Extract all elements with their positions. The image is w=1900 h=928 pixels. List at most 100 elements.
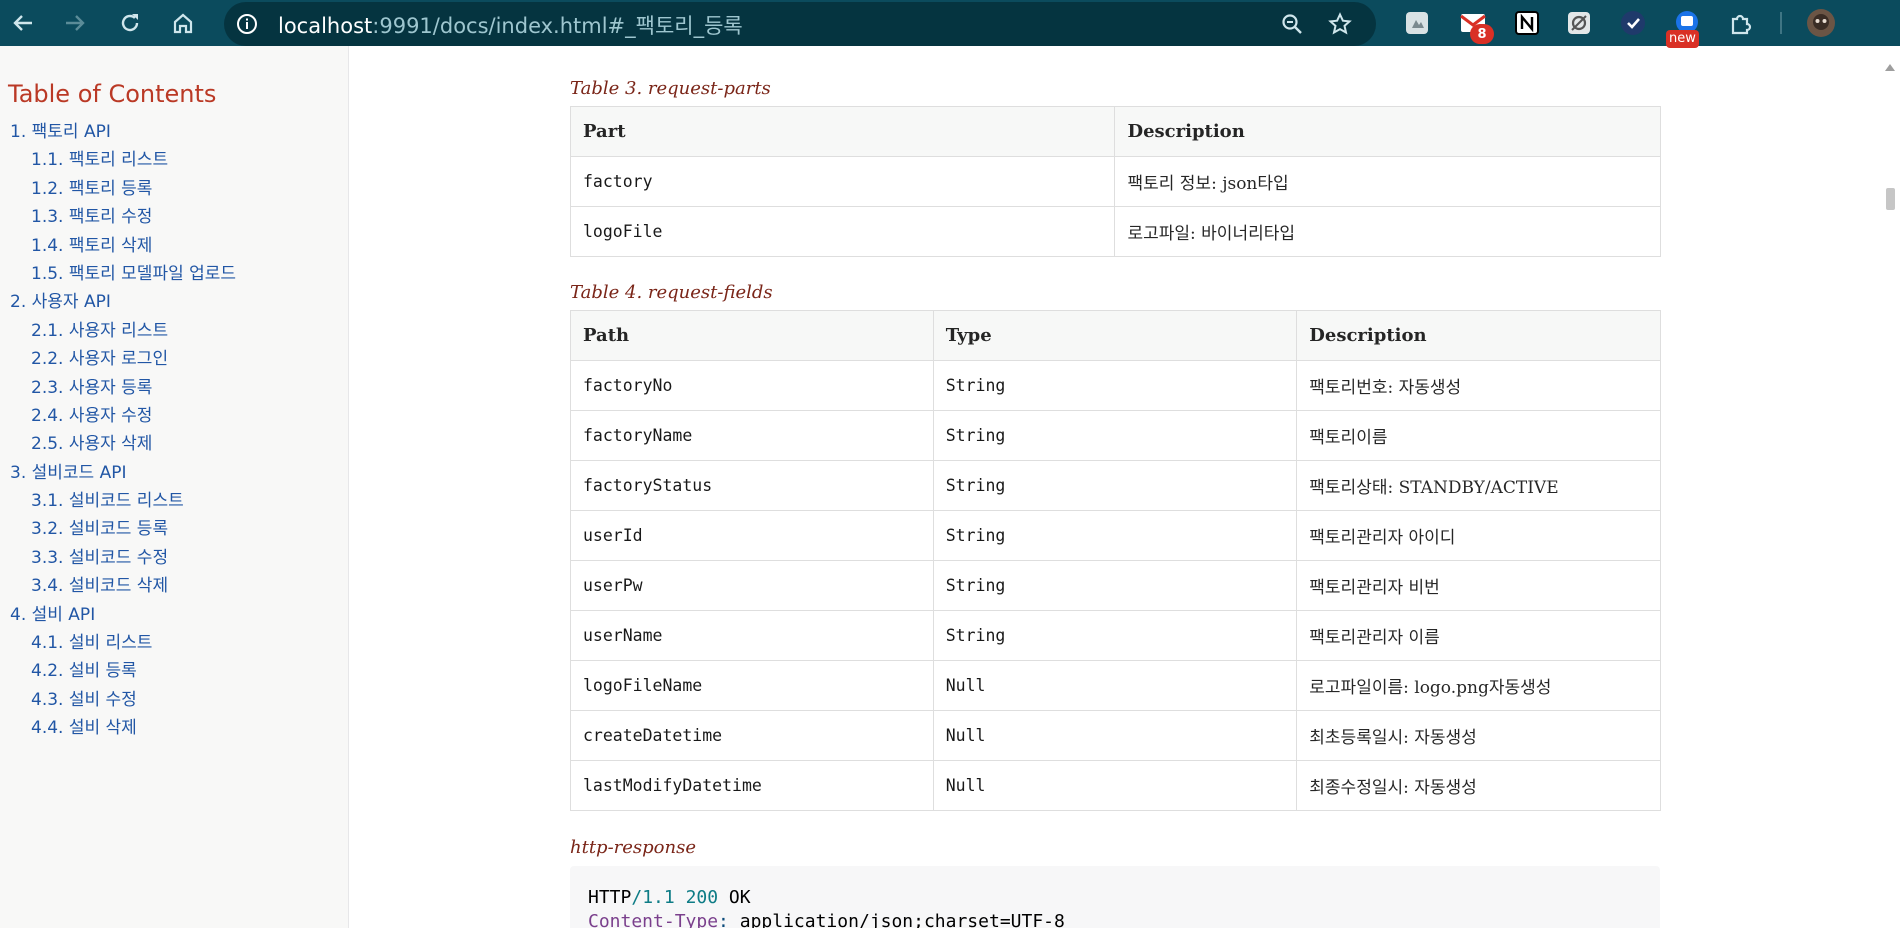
cell-description: 로고파일: 바이너리타입 [1114, 206, 1661, 257]
browser-toolbar: localhost:9991/docs/index.html#_팩토리_등록 8… [0, 0, 1900, 48]
toc-item[interactable]: 3.2. 설비코드 등록 [0, 515, 348, 543]
table-header-row: Path Type Description [570, 310, 1661, 361]
extension-gmail-ext[interactable]: 8 [1458, 8, 1494, 44]
cell-description: 팩토리이름 [1296, 410, 1661, 461]
cell-description: 팩토리상태: STANDBY/ACTIVE [1296, 460, 1661, 511]
cell-path: userId [570, 510, 934, 561]
table-row: userName String 팩토리관리자 이름 [570, 610, 1661, 661]
toc-item[interactable]: 2.5. 사용자 삭제 [0, 430, 348, 458]
table-row: factory 팩토리 정보: json타입 [569, 156, 1661, 207]
cell-description: 팩토리 정보: json타입 [1114, 156, 1661, 207]
arrow-right-icon [66, 15, 85, 31]
puzzle-ext-icon [1406, 12, 1428, 34]
home-icon [173, 13, 193, 34]
table-row: lastModifyDatetime Null 최종수정일시: 자동생성 [570, 760, 1661, 811]
home-button[interactable] [166, 6, 200, 40]
bookmark-star-icon[interactable] [1328, 12, 1352, 36]
request-parts-table: Part Description factory 팩토리 정보: json타입 lo… [569, 106, 1661, 257]
cell-type: String [932, 560, 1298, 611]
extensions-menu-button[interactable] [1726, 8, 1756, 38]
extension-puzzle-ext[interactable] [1402, 8, 1432, 38]
request-fields-table: Path Type Description factoryNo String 팩토리… [570, 310, 1661, 811]
reload-button[interactable] [113, 6, 147, 40]
toc-list: 1. 팩토리 API 1.1. 팩토리 리스트 1.2. 팩토리 등록 1.3. 팩토… [0, 118, 348, 743]
url-text[interactable]: localhost:9991/docs/index.html#_팩토리_등록 [278, 10, 743, 40]
url-path: :9991/docs/index.html#_팩토리_등록 [372, 14, 743, 38]
cell-path: factoryNo [570, 360, 934, 411]
http-version: 1.1 [642, 887, 675, 908]
profile-button[interactable] [1806, 8, 1836, 38]
site-info-icon[interactable] [236, 13, 258, 35]
column-header: Part [569, 106, 1116, 157]
zoom-icon[interactable] [1280, 12, 1304, 36]
toc-item[interactable]: 2.1. 사용자 리스트 [0, 317, 348, 345]
toc-item[interactable]: 2.4. 사용자 수정 [0, 402, 348, 430]
back-button[interactable] [6, 6, 40, 40]
cell-type: String [932, 610, 1298, 661]
toc-item[interactable]: 1. 팩토리 API [0, 118, 348, 146]
table-row: logoFile 로고파일: 바이너리타입 [569, 206, 1661, 257]
http-protocol: HTTP [588, 887, 632, 908]
arrow-left-icon [13, 15, 32, 31]
toc-item[interactable]: 2.2. 사용자 로그인 [0, 345, 348, 373]
image-ext-icon [1568, 12, 1590, 34]
page-scrollbar[interactable] [1880, 46, 1900, 928]
extension-notion-ext[interactable] [1512, 8, 1542, 38]
toc-item[interactable]: 1.5. 팩토리 모델파일 업로드 [0, 260, 348, 288]
cell-description: 팩토리번호: 자동생성 [1296, 360, 1661, 411]
cell-type: Null [932, 710, 1298, 761]
http-response-caption: http-response [570, 837, 696, 858]
toc-item[interactable]: 4.4. 설비 삭제 [0, 714, 348, 742]
extension-check-ext[interactable] [1618, 8, 1648, 38]
cell-type: Null [932, 760, 1298, 811]
toolbar-separator [1780, 12, 1782, 34]
toc-item[interactable]: 1.3. 팩토리 수정 [0, 203, 348, 231]
table-row: logoFileName Null 로고파일이름: logo.png자동생성 [570, 660, 1661, 711]
cell-part: factory [569, 156, 1116, 207]
cell-description: 팩토리관리자 아이디 [1296, 510, 1661, 561]
column-header: Type [932, 310, 1298, 361]
toc-item[interactable]: 3.4. 설비코드 삭제 [0, 572, 348, 600]
cell-type: String [932, 460, 1298, 511]
check-ext-icon [1621, 11, 1645, 35]
extension-notes-ext[interactable]: new [1666, 8, 1702, 48]
toc-item[interactable]: 3.3. 설비코드 수정 [0, 544, 348, 572]
cell-part: logoFile [569, 206, 1116, 257]
column-header: Path [570, 310, 934, 361]
toc-item[interactable]: 4.3. 설비 수정 [0, 686, 348, 714]
cell-description: 팩토리관리자 이름 [1296, 610, 1661, 661]
toc-item[interactable]: 4.2. 설비 등록 [0, 657, 348, 685]
toc-item[interactable]: 4.1. 설비 리스트 [0, 629, 348, 657]
header-colon: : [718, 911, 729, 928]
cell-description: 로고파일이름: logo.png자동생성 [1296, 660, 1661, 711]
toc-item[interactable]: 1.1. 팩토리 리스트 [0, 146, 348, 174]
header-key: Content-Type [588, 911, 719, 928]
cell-type: String [932, 410, 1298, 461]
toc-item[interactable]: 2. 사용자 API [0, 288, 348, 316]
scroll-thumb[interactable] [1886, 188, 1895, 210]
table-row: createDatetime Null 최초등록일시: 자동생성 [570, 710, 1661, 761]
address-bar[interactable]: localhost:9991/docs/index.html#_팩토리_등록 [224, 2, 1376, 46]
toc-item[interactable]: 1.4. 팩토리 삭제 [0, 232, 348, 260]
table3-caption: Table 3. request-parts [570, 78, 771, 99]
forward-button[interactable] [58, 6, 92, 40]
cell-description: 최초등록일시: 자동생성 [1296, 710, 1661, 761]
cell-type: Null [932, 660, 1298, 711]
cell-path: lastModifyDatetime [570, 760, 934, 811]
extension-image-ext[interactable] [1564, 8, 1594, 38]
toc-item[interactable]: 2.3. 사용자 등록 [0, 374, 348, 402]
url-host: localhost [278, 14, 373, 38]
column-header: Description [1114, 106, 1661, 157]
toc-item[interactable]: 3. 설비코드 API [0, 459, 348, 487]
table-row: userId String 팩토리관리자 아이디 [570, 510, 1661, 561]
toc-item[interactable]: 4. 설비 API [0, 601, 348, 629]
cell-path: logoFileName [570, 660, 934, 711]
toc-item[interactable]: 3.1. 설비코드 리스트 [0, 487, 348, 515]
cell-path: createDatetime [570, 710, 934, 761]
scroll-up-arrow-icon[interactable] [1885, 64, 1895, 71]
http-status-code: 200 [685, 887, 719, 908]
toc-item[interactable]: 1.2. 팩토리 등록 [0, 175, 348, 203]
column-header: Description [1296, 310, 1661, 361]
table-header-row: Part Description [569, 106, 1661, 157]
toc-title: Table of Contents [8, 80, 217, 108]
